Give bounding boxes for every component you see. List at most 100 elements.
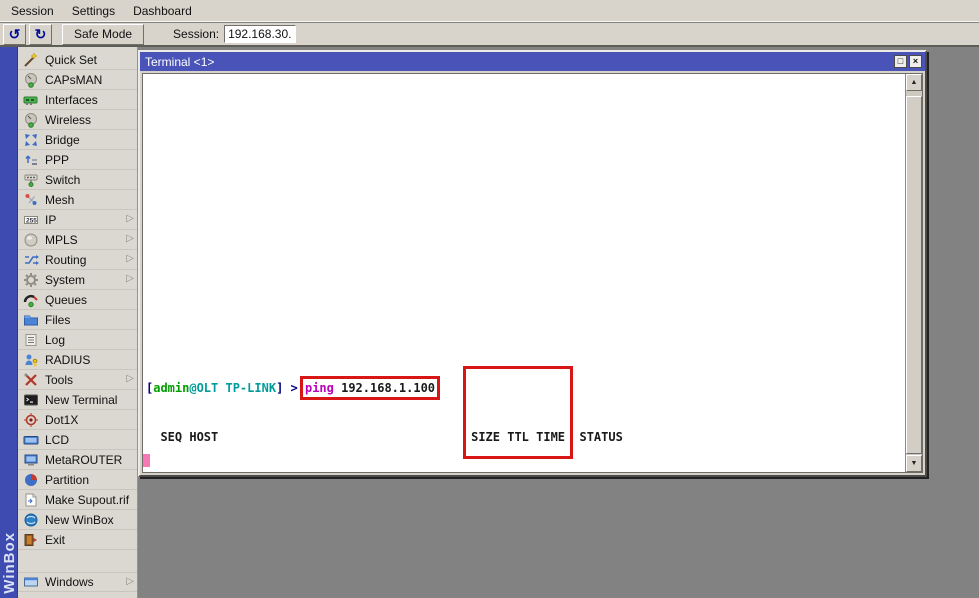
toolbar: ↺ ↻ Safe Mode Session:: [0, 23, 979, 47]
pie-chart-icon: [23, 472, 39, 488]
maximize-button[interactable]: □: [894, 55, 907, 68]
magic-wand-icon: [23, 52, 39, 68]
gauge-queues-icon: [23, 292, 39, 308]
sidebar-item-label: Wireless: [45, 113, 91, 127]
log-document-icon: [23, 332, 39, 348]
sidebar-item-label: Partition: [45, 473, 89, 487]
routing-arrows-icon: [23, 252, 39, 268]
page-export-icon: [23, 492, 39, 508]
sidebar-item-radius[interactable]: RADIUS: [18, 350, 137, 370]
sidebar-item-tools[interactable]: Tools ▷: [18, 370, 137, 390]
scroll-down-button[interactable]: ▼: [906, 455, 922, 472]
sidebar-item-label: Log: [45, 333, 65, 347]
terminal-text-area[interactable]: [admin@OLT TP-LINK] > ping 192.168.1.100…: [143, 74, 905, 472]
sidebar-item-dot1x[interactable]: Dot1X: [18, 410, 137, 430]
sidebar-item-label: New WinBox: [45, 513, 114, 527]
sidebar-item-queues[interactable]: Queues: [18, 290, 137, 310]
highlight-box-ping-command: ping 192.168.1.100: [305, 381, 435, 395]
sidebar-item-log[interactable]: Log: [18, 330, 137, 350]
menu-session[interactable]: Session: [2, 1, 63, 21]
sidebar-item-label: Queues: [45, 293, 87, 307]
sidebar-item-partition[interactable]: Partition: [18, 470, 137, 490]
sidebar-item-label: Bridge: [45, 133, 80, 147]
scroll-up-icon: ▲: [911, 79, 918, 86]
redo-button[interactable]: ↻: [29, 24, 52, 45]
sidebar-item-label: Switch: [45, 173, 80, 187]
sidebar-item-label: Make Supout.rif: [45, 493, 129, 507]
terminal-window: Terminal <1> □ × [admin@OLT TP-LINK] > p…: [138, 50, 927, 477]
sidebar-item-label: Tools: [45, 373, 73, 387]
sidebar-item-mesh[interactable]: Mesh: [18, 190, 137, 210]
sidebar-item-label: Quick Set: [45, 53, 97, 67]
menu-bar: Session Settings Dashboard: [0, 0, 979, 22]
sidebar-item-system[interactable]: System ▷: [18, 270, 137, 290]
ppp-icon: [23, 152, 39, 168]
sidebar-item-bridge[interactable]: Bridge: [18, 130, 137, 150]
sidebar-item-files[interactable]: Files: [18, 310, 137, 330]
sidebar-item-lcd[interactable]: LCD: [18, 430, 137, 450]
undo-icon: ↺: [9, 26, 21, 43]
sidebar-item-label: Windows: [45, 575, 94, 589]
chevron-right-icon: ▷: [126, 576, 134, 587]
sidebar-item-label: Dot1X: [45, 413, 78, 427]
sidebar-item-label: System: [45, 273, 85, 287]
menu-settings[interactable]: Settings: [63, 1, 124, 21]
sidebar-item-ip[interactable]: 255 IP ▷: [18, 210, 137, 230]
crosshair-icon: [23, 412, 39, 428]
command-args: 192.168.1.100: [334, 381, 435, 395]
sidebar-item-metarouter[interactable]: MetaROUTER: [18, 450, 137, 470]
scrollbar-thumb[interactable]: [906, 96, 922, 454]
sidebar-item-label: CAPsMAN: [45, 73, 102, 87]
sidebar-item-routing[interactable]: Routing ▷: [18, 250, 137, 270]
session-input[interactable]: [224, 25, 296, 43]
sidebar-item-label: IP: [45, 213, 56, 227]
sidebar-item-exit[interactable]: Exit: [18, 530, 137, 550]
sidebar-item-new-terminal[interactable]: New Terminal: [18, 390, 137, 410]
lcd-screen-icon: [23, 432, 39, 448]
terminal-content[interactable]: [admin@OLT TP-LINK] > ping 192.168.1.100…: [142, 73, 923, 473]
sidebar-item-label: LCD: [45, 433, 69, 447]
close-button[interactable]: ×: [909, 55, 922, 68]
sidebar-item-capsman[interactable]: CAPsMAN: [18, 70, 137, 90]
svg-text:255: 255: [26, 217, 37, 224]
sidebar-item-label: Exit: [45, 533, 65, 547]
window-controls: □ ×: [894, 55, 925, 68]
undo-button[interactable]: ↺: [3, 24, 26, 45]
chevron-right-icon: ▷: [126, 253, 134, 264]
sidebar-item-interfaces[interactable]: Interfaces: [18, 90, 137, 110]
sidebar-item-quick-set[interactable]: Quick Set: [18, 50, 137, 70]
terminal-prompt-line: [admin@OLT TP-LINK] > ping 192.168.1.100: [146, 381, 905, 395]
sidebar-item-label: Interfaces: [45, 93, 98, 107]
redo-icon: ↻: [35, 26, 47, 43]
sidebar-spacer: [18, 550, 137, 572]
chevron-right-icon: ▷: [126, 233, 134, 244]
sidebar-item-windows[interactable]: Windows ▷: [18, 572, 137, 592]
terminal-titlebar[interactable]: Terminal <1> □ ×: [140, 52, 925, 71]
sidebar-item-label: Files: [45, 313, 70, 327]
sidebar-item-mpls[interactable]: MPLS ▷: [18, 230, 137, 250]
exit-door-icon: [23, 532, 39, 548]
vertical-scrollbar[interactable]: ▲ ▼: [905, 74, 922, 472]
network-card-icon: [23, 92, 39, 108]
sidebar-menu: Quick Set CAPsMAN Interfaces Wireless Br…: [18, 47, 138, 598]
command-name: ping: [305, 381, 334, 395]
terminal-title: Terminal <1>: [145, 55, 214, 69]
chevron-right-icon: ▷: [126, 373, 134, 384]
sidebar-item-label: RADIUS: [45, 353, 90, 367]
sidebar-item-ppp[interactable]: PPP: [18, 150, 137, 170]
sidebar-item-make-supout[interactable]: Make Supout.rif: [18, 490, 137, 510]
chevron-right-icon: ▷: [126, 213, 134, 224]
terminal-cursor: [143, 454, 150, 467]
menu-dashboard[interactable]: Dashboard: [124, 1, 201, 21]
prompt-bracket-close: ] >: [276, 381, 305, 395]
terminal-icon: [23, 392, 39, 408]
safe-mode-button[interactable]: Safe Mode: [62, 24, 144, 45]
winbox-brand-strip: WinBox: [0, 47, 18, 598]
scroll-up-button[interactable]: ▲: [906, 74, 922, 91]
sidebar-item-new-winbox[interactable]: New WinBox: [18, 510, 137, 530]
sidebar-item-switch[interactable]: Switch: [18, 170, 137, 190]
session-label: Session:: [173, 27, 219, 41]
sidebar-item-wireless[interactable]: Wireless: [18, 110, 137, 130]
folder-icon: [23, 312, 39, 328]
sidebar-item-label: Mesh: [45, 193, 74, 207]
